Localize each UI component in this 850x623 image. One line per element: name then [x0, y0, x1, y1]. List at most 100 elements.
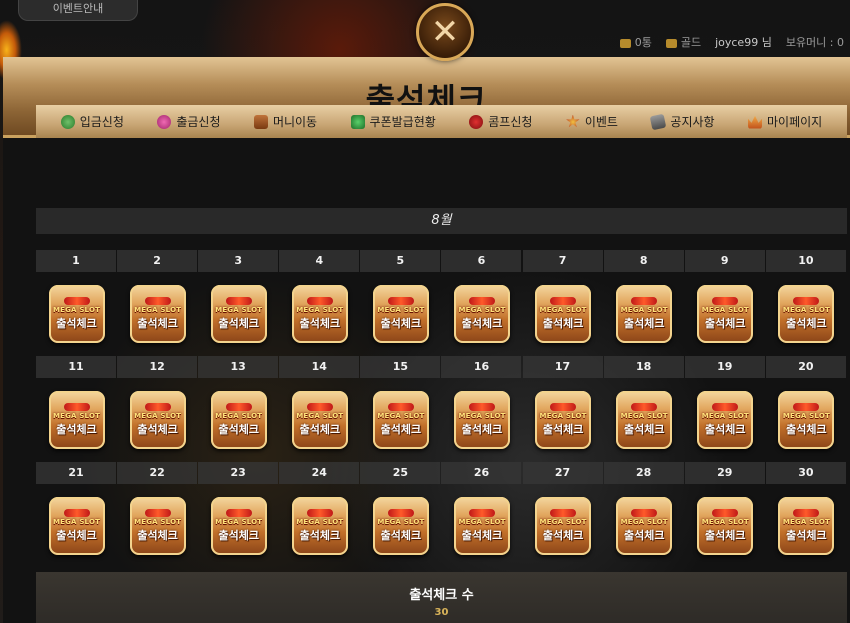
stamp-logo: MEGA SLOT — [620, 518, 668, 526]
day-cell: MEGA SLOT 출석체크 — [523, 285, 604, 343]
mega-slot-logo-icon — [306, 297, 333, 305]
stamp-label: 출석체크 — [705, 529, 746, 542]
attendance-calendar: 1 2 3 4 5 6 7 8 9 10 MEGA SLOT 출석체크 MEGA SLOT 출석체크 MEG… — [36, 250, 847, 568]
attendance-stamp: MEGA SLOT 출석체크 — [778, 391, 835, 449]
nav-item-deposit[interactable]: 입금신청 — [60, 113, 124, 130]
day-cell: MEGA SLOT 출석체크 — [766, 391, 847, 449]
mega-slot-logo-icon — [225, 297, 252, 305]
stamp-logo: MEGA SLOT — [377, 412, 425, 420]
stamp-logo: MEGA SLOT — [701, 306, 749, 314]
attendance-stamp: MEGA SLOT 출석체크 — [616, 391, 673, 449]
day-number: 25 — [360, 462, 441, 484]
mega-slot-logo-icon — [387, 403, 414, 411]
stamp-logo: MEGA SLOT — [539, 412, 587, 420]
attendance-stamp: MEGA SLOT 출석체크 — [454, 391, 511, 449]
mega-slot-logo-icon — [550, 403, 577, 411]
day-cell: MEGA SLOT 출석체크 — [36, 285, 117, 343]
stamp-logo: MEGA SLOT — [215, 306, 263, 314]
stamp-label: 출석체크 — [786, 423, 827, 436]
level-label: 골드 — [680, 36, 702, 49]
mega-slot-logo-icon — [631, 509, 658, 517]
day-number: 4 — [279, 250, 360, 272]
stamp-label: 출석체크 — [542, 317, 584, 330]
stamp-label: 출석체크 — [299, 423, 341, 436]
mail-icon — [619, 38, 631, 48]
day-number: 5 — [360, 250, 441, 272]
stamp-logo: MEGA SLOT — [52, 518, 101, 526]
attendance-stamp: MEGA SLOT 출석체크 — [372, 391, 429, 449]
nav-label: 콤프신청 — [488, 115, 533, 129]
stamp-logo: MEGA SLOT — [134, 518, 182, 526]
close-button[interactable]: ✕ — [416, 3, 474, 61]
day-number: 8 — [603, 250, 684, 272]
nav-label: 공지사항 — [670, 115, 715, 129]
day-number: 26 — [441, 462, 522, 484]
event-info-tab[interactable]: 이벤트안내 — [18, 0, 138, 21]
day-cell: MEGA SLOT 출석체크 — [360, 497, 441, 555]
mega-slot-logo-icon — [793, 403, 820, 411]
balance: 보유머니 : 0 — [785, 36, 844, 49]
day-cell: MEGA SLOT 출석체크 — [766, 285, 847, 343]
attendance-stamp: MEGA SLOT 출석체크 — [48, 497, 105, 555]
attendance-stamp: MEGA SLOT 출석체크 — [616, 497, 673, 555]
stamp-label: 출석체크 — [786, 317, 827, 330]
nav-item-withdraw[interactable]: 출금신청 — [157, 113, 221, 130]
stamp-logo: MEGA SLOT — [134, 412, 182, 420]
nav-item-notice[interactable]: 공지사항 — [650, 113, 715, 130]
day-cell: MEGA SLOT 출석체크 — [685, 391, 766, 449]
stamp-label: 출석체크 — [380, 423, 422, 436]
mega-slot-logo-icon — [631, 403, 658, 411]
mega-slot-logo-icon — [387, 509, 414, 517]
day-cell: MEGA SLOT 출석체크 — [685, 285, 766, 343]
stamp-label: 출석체크 — [461, 317, 503, 330]
attendance-stamp: MEGA SLOT 출석체크 — [454, 285, 511, 343]
mail-indicator[interactable]: 0통 — [619, 34, 652, 50]
attendance-stamp: MEGA SLOT 출석체크 — [210, 497, 267, 555]
attendance-stamp: MEGA SLOT 출석체크 — [697, 391, 754, 449]
attendance-stamp: MEGA SLOT 출석체크 — [210, 285, 267, 343]
nav-item-comp[interactable]: 콤프신청 — [469, 113, 532, 130]
stamp-logo: MEGA SLOT — [296, 518, 344, 526]
stamp-logo: MEGA SLOT — [458, 412, 506, 420]
day-cell: MEGA SLOT 출석체크 — [604, 497, 685, 555]
attendance-stamp: MEGA SLOT 출석체크 — [291, 391, 348, 449]
day-number: 17 — [522, 356, 603, 378]
nav-item-coupon[interactable]: 쿠폰발급현황 — [350, 113, 436, 130]
attendance-stamp: MEGA SLOT 출석체크 — [778, 497, 835, 555]
day-number: 21 — [36, 462, 116, 484]
attendance-stamp: MEGA SLOT 출석체크 — [129, 285, 186, 343]
stamp-label: 출석체크 — [380, 529, 422, 542]
stamp-label: 출석체크 — [542, 529, 584, 542]
mega-slot-logo-icon — [469, 403, 496, 411]
day-number: 20 — [765, 356, 846, 378]
money-bag-icon — [60, 114, 75, 129]
stamp-logo: MEGA SLOT — [296, 412, 344, 420]
day-number-row: 11 12 13 14 15 16 17 18 19 20 — [36, 356, 847, 378]
day-number: 16 — [441, 356, 522, 378]
nav-item-money-transfer[interactable]: 머니이동 — [253, 113, 317, 130]
day-cell: MEGA SLOT 출석체크 — [685, 497, 766, 555]
day-number: 19 — [684, 356, 765, 378]
day-cell: MEGA SLOT 출석체크 — [198, 285, 279, 343]
mega-slot-logo-icon — [793, 297, 820, 305]
day-number: 9 — [684, 250, 765, 272]
attendance-summary: 출석체크 수 30 — [36, 572, 847, 623]
day-cell: MEGA SLOT 출석체크 — [198, 497, 279, 555]
stamp-label: 출석체크 — [461, 529, 503, 542]
stamp-label: 출석체크 — [56, 423, 97, 436]
nav-item-event[interactable]: 이벤트 — [566, 113, 618, 130]
donut-icon — [157, 114, 172, 129]
stamp-label: 출석체크 — [137, 529, 178, 542]
attendance-stamp: MEGA SLOT 출석체크 — [210, 391, 267, 449]
stamp-logo: MEGA SLOT — [701, 412, 749, 420]
attendance-stamp: MEGA SLOT 출석체크 — [697, 497, 754, 555]
nav-item-mypage[interactable]: 마이페이지 — [748, 113, 822, 130]
chest-icon — [253, 114, 268, 129]
day-number: 24 — [279, 462, 360, 484]
attendance-stamp: MEGA SLOT 출석체크 — [48, 285, 105, 343]
day-number: 12 — [117, 356, 198, 378]
day-number: 29 — [684, 462, 765, 484]
day-cell: MEGA SLOT 출석체크 — [441, 285, 522, 343]
day-number: 6 — [441, 250, 522, 272]
stamp-label: 출석체크 — [786, 529, 827, 542]
